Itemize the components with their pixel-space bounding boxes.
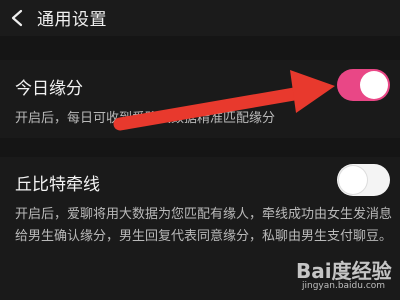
- setting-title: 今日缘分: [15, 79, 83, 99]
- setting-description: 开启后，爱聊将用大数据为您匹配有缘人，牵线成功由女生发消息给男生确认缘分，男生回…: [15, 207, 393, 244]
- setting-item-daily-match: 今日缘分 开启后，每日可收到爱聊大数据精准匹配缘分: [0, 60, 400, 138]
- toggle-knob: [339, 166, 367, 194]
- daily-match-toggle[interactable]: [337, 69, 390, 101]
- watermark-url: jingyan.baidu.com: [302, 281, 386, 291]
- baidu-jingyan-watermark: Bai度经验: [296, 259, 392, 283]
- setting-description: 开启后，每日可收到爱聊大数据精准匹配缘分: [15, 111, 276, 126]
- toggle-knob: [360, 71, 388, 99]
- page-title: 通用设置: [37, 10, 107, 30]
- top-bar: 通用设置: [0, 0, 400, 36]
- setting-title: 丘比特牵线: [15, 175, 100, 195]
- cupid-toggle[interactable]: [337, 164, 390, 196]
- back-button[interactable]: [4, 0, 30, 36]
- chevron-left-icon: [11, 9, 23, 27]
